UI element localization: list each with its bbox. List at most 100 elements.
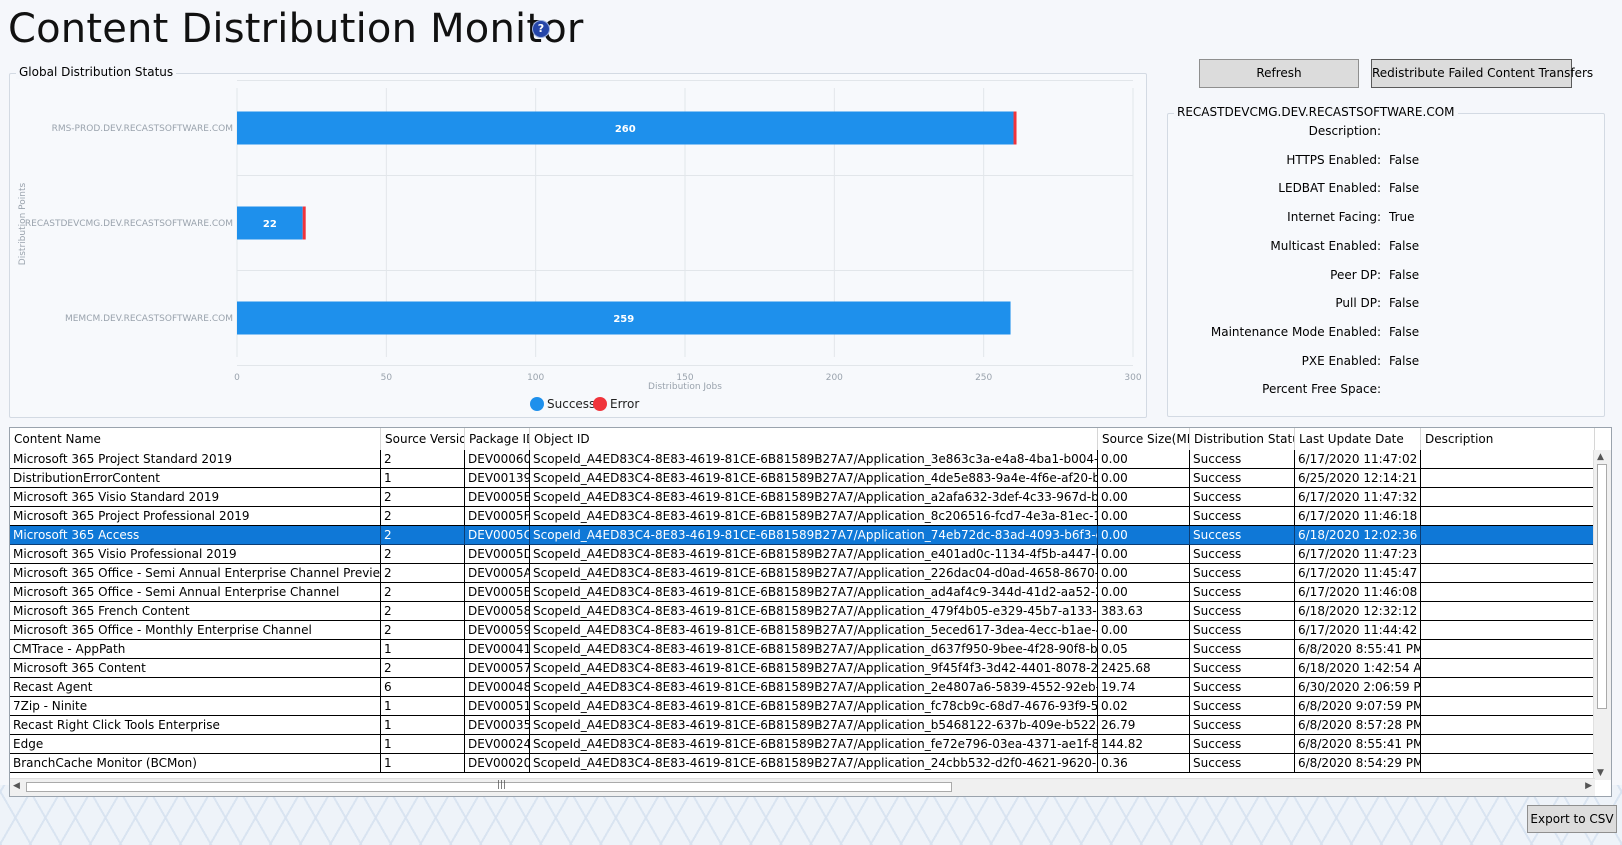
- dp-info-value: False: [1389, 152, 1420, 167]
- dp-info-value: False: [1389, 324, 1420, 339]
- table-cell: [1421, 602, 1595, 621]
- table-row[interactable]: Recast Right Click Tools Enterprise 1 DEV0…: [10, 716, 1595, 735]
- table-row[interactable]: Microsoft 365 Office - Semi Annual Enter…: [10, 583, 1595, 602]
- table-cell: DEV0005D: [465, 545, 530, 564]
- column-header[interactable]: Last Update Date: [1295, 428, 1421, 450]
- table-cell: Success: [1190, 697, 1295, 716]
- table-cell: Success: [1190, 621, 1295, 640]
- scroll-down-icon[interactable]: ▼: [1597, 768, 1604, 778]
- table-cell: 1: [381, 640, 465, 659]
- table-row[interactable]: 7Zip - Ninite 1 DEV00051 ScopeId_A4ED83C4-8…: [10, 697, 1595, 716]
- table-cell: Success: [1190, 602, 1295, 621]
- x-tick-label: 50: [381, 373, 393, 383]
- table-cell: [1421, 621, 1595, 640]
- scroll-right-icon[interactable]: ▶: [1585, 781, 1592, 791]
- bar-data-label: 259: [613, 314, 634, 325]
- table-cell: ScopeId_A4ED83C4-8E83-4619-81CE-6B81589B…: [530, 659, 1098, 678]
- horizontal-scroll-thumb[interactable]: |||: [26, 780, 952, 792]
- column-header[interactable]: Description: [1421, 428, 1595, 450]
- content-grid[interactable]: Content NameSource VersionPackage IDObje…: [9, 427, 1612, 797]
- table-cell: CMTrace - AppPath: [10, 640, 381, 659]
- table-cell: [1421, 583, 1595, 602]
- dp-info-value: True: [1389, 210, 1415, 225]
- table-cell: 2: [381, 564, 465, 583]
- table-cell: 2: [381, 507, 465, 526]
- export-csv-button[interactable]: Export to CSV: [1527, 805, 1617, 833]
- table-row[interactable]: Microsoft 365 Project Professional 2019 2…: [10, 507, 1595, 526]
- table-cell: 6/8/2020 9:07:59 PM: [1295, 697, 1421, 716]
- dp-info-panel: RECASTDEVCMG.DEV.RECASTSOFTWARE.COM Desc…: [1167, 105, 1605, 417]
- table-cell: 6/30/2020 2:06:59 PM: [1295, 678, 1421, 697]
- horizontal-scrollbar[interactable]: ◀ ||| ▶: [10, 778, 1595, 796]
- table-cell: Success: [1190, 735, 1295, 754]
- table-cell: Recast Agent: [10, 678, 381, 697]
- table-cell: 6/25/2020 12:14:21 PM: [1295, 469, 1421, 488]
- x-tick-label: 200: [826, 373, 843, 383]
- table-cell: DEV00035: [465, 716, 530, 735]
- table-cell: Success: [1190, 678, 1295, 697]
- table-row[interactable]: BranchCache Monitor (BCMon) 1 DEV00020 Scop…: [10, 754, 1595, 773]
- dp-info-label: Multicast Enabled:: [1270, 238, 1381, 253]
- table-cell: 2: [381, 659, 465, 678]
- table-cell: ScopeId_A4ED83C4-8E83-4619-81CE-6B81589B…: [530, 526, 1098, 545]
- table-row[interactable]: CMTrace - AppPath 1 DEV00041 ScopeId_A4ED83…: [10, 640, 1595, 659]
- x-tick-label: 250: [975, 373, 992, 383]
- column-header[interactable]: Source Size(MB): [1098, 428, 1190, 450]
- dp-info-row: Multicast Enabled: False: [1168, 239, 1604, 257]
- column-header[interactable]: Content Name: [10, 428, 381, 450]
- redistribute-failed-button[interactable]: Redistribute Failed Content Transfers: [1371, 59, 1593, 88]
- table-cell: ScopeId_A4ED83C4-8E83-4619-81CE-6B81589B…: [530, 716, 1098, 735]
- table-cell: BranchCache Monitor (BCMon): [10, 754, 381, 773]
- dp-info-label: Percent Free Space:: [1262, 382, 1381, 397]
- scroll-up-icon[interactable]: ▲: [1597, 452, 1604, 462]
- table-cell: DEV0005F: [465, 507, 530, 526]
- table-row[interactable]: Edge 1 DEV00024 ScopeId_A4ED83C4-8E83-4619-…: [10, 735, 1595, 754]
- table-row[interactable]: Microsoft 365 Project Standard 2019 2 DEV0…: [10, 450, 1595, 469]
- table-cell: 2: [381, 526, 465, 545]
- legend-success-icon: [530, 397, 544, 411]
- help-icon[interactable]: ?: [533, 21, 549, 37]
- table-cell: 0.00: [1098, 450, 1190, 469]
- table-cell: 6/17/2020 11:45:47 PM: [1295, 564, 1421, 583]
- table-row[interactable]: Microsoft 365 Content 2 DEV00057 ScopeId_A4…: [10, 659, 1595, 678]
- table-row[interactable]: Microsoft 365 Visio Professional 2019 2 DE…: [10, 545, 1595, 564]
- category-label: RECASTDEVCMG.DEV.RECASTSOFTWARE.COM: [25, 219, 233, 229]
- table-cell: Success: [1190, 754, 1295, 773]
- column-header[interactable]: Package ID: [465, 428, 530, 450]
- error-bar: [302, 206, 306, 240]
- table-cell: DEV0005A: [465, 564, 530, 583]
- dp-info-value: False: [1389, 238, 1420, 253]
- table-cell: DEV00041: [465, 640, 530, 659]
- table-cell: ScopeId_A4ED83C4-8E83-4619-81CE-6B81589B…: [530, 469, 1098, 488]
- legend-label: Error: [610, 397, 639, 411]
- table-cell: DEV00060: [465, 450, 530, 469]
- error-bar: [1013, 111, 1017, 145]
- table-row[interactable]: Microsoft 365 Office - Monthly Enterpris…: [10, 621, 1595, 640]
- table-cell: 0.36: [1098, 754, 1190, 773]
- table-row[interactable]: Microsoft 365 Office - Semi Annual Enter…: [10, 564, 1595, 583]
- table-row[interactable]: Microsoft 365 Visio Standard 2019 2 DEV000…: [10, 488, 1595, 507]
- refresh-button[interactable]: Refresh: [1199, 59, 1359, 88]
- table-row[interactable]: Microsoft 365 French Content 2 DEV00058 Sco…: [10, 602, 1595, 621]
- dp-info-row: Pull DP: False: [1168, 296, 1604, 314]
- column-header[interactable]: Distribution Status: [1190, 428, 1295, 450]
- column-header[interactable]: Source Version: [381, 428, 465, 450]
- table-row[interactable]: Microsoft 365 Access 2 DEV0005C ScopeId_A4E…: [10, 526, 1595, 545]
- scroll-left-icon[interactable]: ◀: [13, 781, 20, 791]
- vertical-scrollbar[interactable]: ▲ ▼: [1593, 450, 1611, 780]
- legend-label: Success: [547, 397, 595, 411]
- table-row[interactable]: Recast Agent 6 DEV00048 ScopeId_A4ED83C4-8E…: [10, 678, 1595, 697]
- table-cell: [1421, 716, 1595, 735]
- dp-info-row: PXE Enabled: False: [1168, 354, 1604, 372]
- table-row[interactable]: DistributionErrorContent 1 DEV00139 ScopeId…: [10, 469, 1595, 488]
- table-cell: DEV0005C: [465, 526, 530, 545]
- table-cell: 2: [381, 621, 465, 640]
- table-cell: ScopeId_A4ED83C4-8E83-4619-81CE-6B81589B…: [530, 640, 1098, 659]
- vertical-scroll-thumb[interactable]: [1597, 464, 1607, 709]
- bar-data-label: 260: [615, 124, 636, 135]
- table-cell: 6: [381, 678, 465, 697]
- table-cell: 383.63: [1098, 602, 1190, 621]
- dp-server-name: RECASTDEVCMG.DEV.RECASTSOFTWARE.COM: [1174, 105, 1458, 119]
- category-label: MEMCM.DEV.RECASTSOFTWARE.COM: [65, 314, 233, 324]
- column-header[interactable]: Object ID: [530, 428, 1098, 450]
